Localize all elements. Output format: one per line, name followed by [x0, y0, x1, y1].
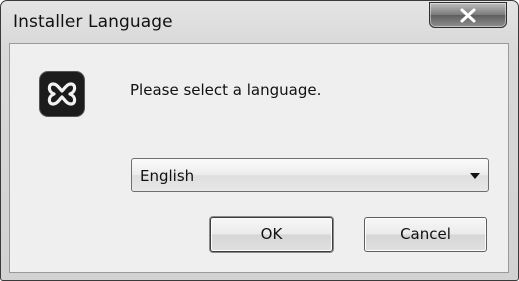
language-select-value: English: [140, 167, 195, 185]
title-bar[interactable]: Installer Language: [1, 1, 518, 43]
close-button[interactable]: [429, 2, 507, 28]
close-icon: [460, 8, 476, 23]
prompt-text: Please select a language.: [130, 81, 322, 99]
ok-button[interactable]: OK: [210, 217, 333, 252]
dialog-body: Please select a language. English OK Can…: [9, 43, 509, 273]
cancel-button[interactable]: Cancel: [364, 217, 487, 252]
installer-language-dialog: Installer Language Please select a langu…: [0, 0, 519, 281]
language-select[interactable]: English: [131, 158, 489, 192]
xampp-logo-icon: [40, 72, 84, 116]
chevron-down-icon: [470, 173, 480, 179]
window-title: Installer Language: [13, 12, 173, 32]
